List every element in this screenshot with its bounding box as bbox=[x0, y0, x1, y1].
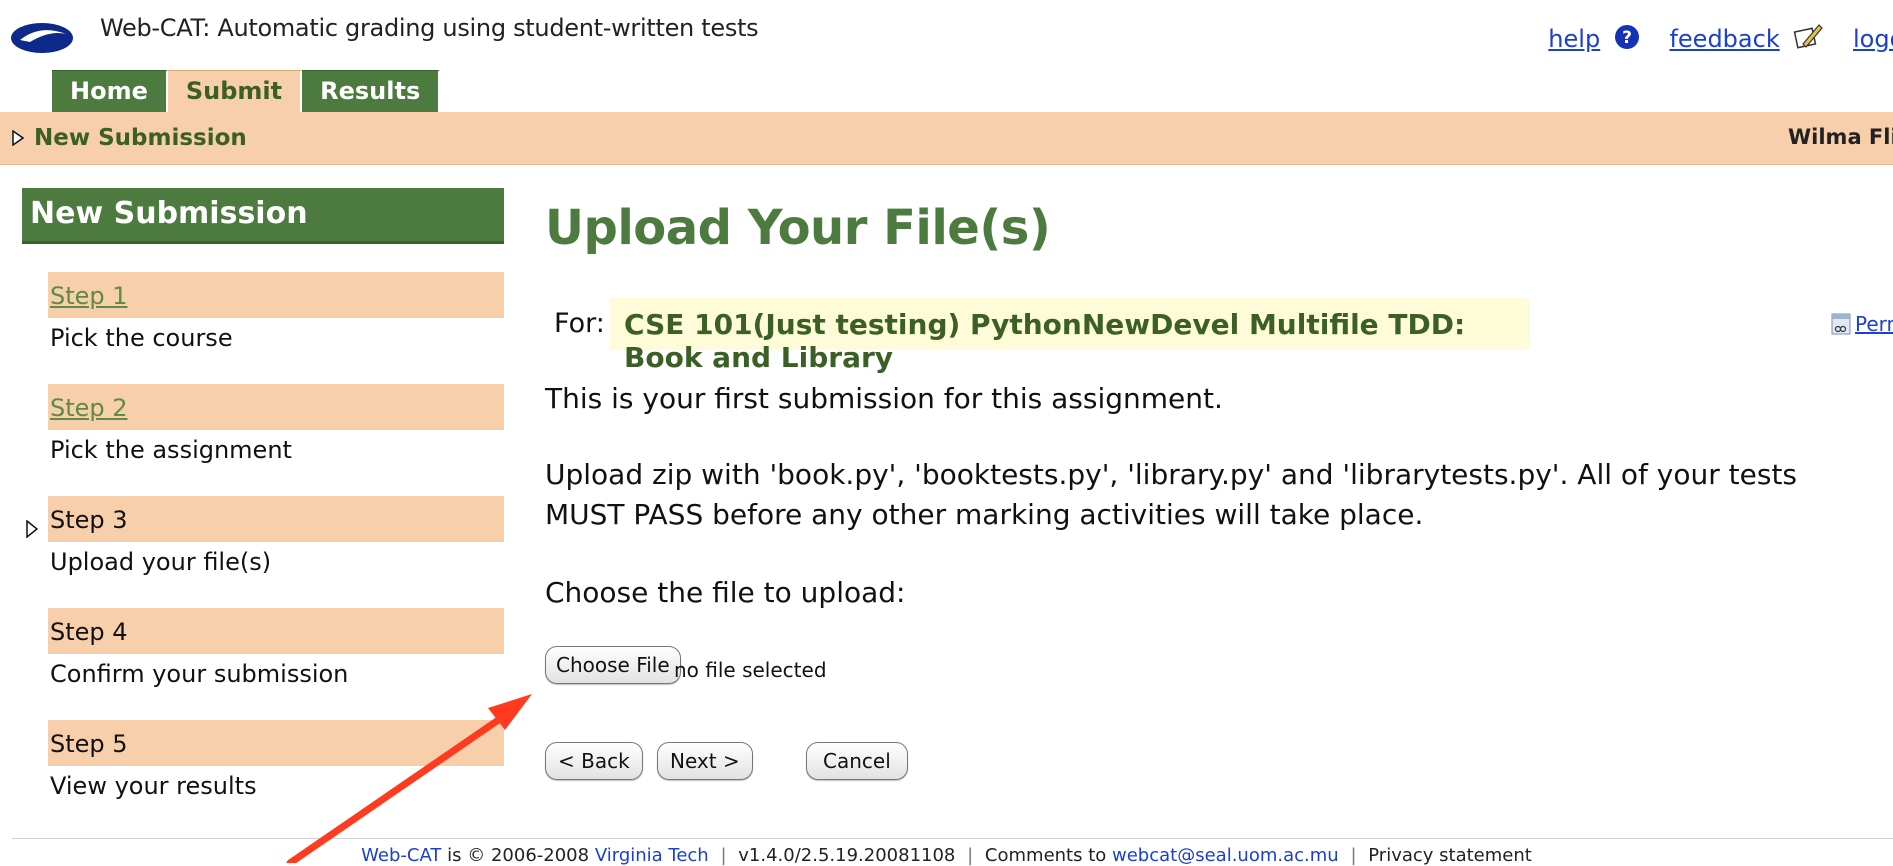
step-1-link[interactable]: Step 1 bbox=[50, 282, 128, 310]
step-2: Step 2 Pick the assignment bbox=[48, 384, 504, 464]
tab-home[interactable]: Home bbox=[52, 70, 168, 113]
step-4: Step 4 Confirm your submission bbox=[48, 608, 504, 688]
next-button[interactable]: Next > bbox=[657, 742, 753, 780]
cancel-button[interactable]: Cancel bbox=[806, 742, 908, 780]
step-5: Step 5 View your results bbox=[48, 720, 504, 800]
app-title: Web-CAT: Automatic grading using student… bbox=[100, 14, 759, 42]
step-4-desc: Confirm your submission bbox=[50, 660, 349, 688]
feedback-link[interactable]: feedback bbox=[1669, 25, 1779, 53]
permalink[interactable]: Permalink bbox=[1831, 312, 1893, 336]
main-tabs: Home Submit Results bbox=[52, 70, 441, 119]
for-label: For: bbox=[554, 308, 605, 339]
choose-file-label: Choose the file to upload: bbox=[545, 576, 906, 609]
top-links: help ? feedback logout bbox=[1548, 22, 1893, 53]
permalink-link[interactable]: Permalink bbox=[1855, 312, 1893, 336]
breadcrumb[interactable]: New Submission bbox=[34, 125, 247, 151]
page-title: Upload Your File(s) bbox=[545, 200, 1051, 256]
svg-text:?: ? bbox=[1622, 28, 1632, 48]
triangle-right-icon bbox=[12, 130, 24, 146]
help-link[interactable]: help bbox=[1548, 25, 1600, 53]
user-name: Wilma Flintstone bbox=[1788, 125, 1893, 149]
assignment-name: CSE 101(Just testing) PythonNewDevel Mul… bbox=[610, 298, 1530, 374]
step-3-desc: Upload your file(s) bbox=[50, 548, 272, 576]
choose-file-button[interactable]: Choose File bbox=[545, 646, 681, 684]
tab-results[interactable]: Results bbox=[302, 70, 441, 113]
instructions-text: Upload zip with 'book.py', 'booktests.py… bbox=[545, 458, 1798, 531]
first-submission-text: This is your first submission for this a… bbox=[545, 382, 1223, 415]
breadcrumb-bar: New Submission Wilma Flintstone bbox=[0, 112, 1893, 165]
step-3-label: Step 3 bbox=[48, 496, 504, 542]
sidebar-title: New Submission bbox=[22, 188, 504, 244]
step-2-link[interactable]: Step 2 bbox=[50, 394, 128, 422]
feedback-icon[interactable] bbox=[1793, 22, 1824, 50]
step-4-label: Step 4 bbox=[48, 608, 504, 654]
current-step-icon bbox=[26, 520, 38, 538]
step-2-desc: Pick the assignment bbox=[50, 436, 292, 464]
step-5-desc: View your results bbox=[50, 772, 257, 800]
step-1: Step 1 Pick the course bbox=[48, 272, 504, 352]
step-3: Step 3 Upload your file(s) bbox=[48, 496, 504, 576]
permalink-icon[interactable] bbox=[1831, 313, 1851, 335]
help-icon[interactable]: ? bbox=[1614, 24, 1640, 50]
step-5-label: Step 5 bbox=[48, 720, 504, 766]
file-status: no file selected bbox=[674, 658, 827, 682]
step-1-desc: Pick the course bbox=[50, 324, 233, 352]
back-button[interactable]: < Back bbox=[545, 742, 643, 780]
logout-link[interactable]: logout bbox=[1853, 25, 1893, 53]
footer-divider bbox=[12, 838, 1893, 839]
logo-icon bbox=[11, 23, 73, 53]
